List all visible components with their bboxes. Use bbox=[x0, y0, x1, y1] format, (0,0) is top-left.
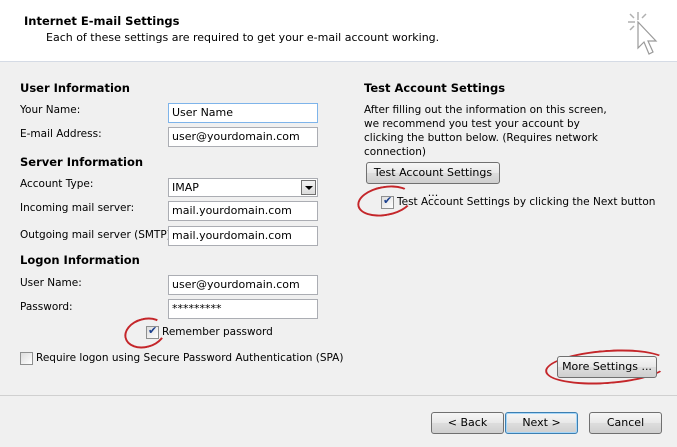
incoming-server-field[interactable]: mail.yourdomain.com bbox=[168, 201, 318, 221]
spa-checkbox[interactable] bbox=[20, 352, 33, 365]
account-type-label: Account Type: bbox=[20, 178, 94, 190]
test-on-next-checkbox[interactable] bbox=[381, 194, 394, 209]
back-button[interactable]: < Back bbox=[431, 412, 504, 434]
more-settings-button[interactable]: More Settings ... bbox=[557, 356, 657, 378]
email-address-field[interactable]: user@yourdomain.com bbox=[168, 127, 318, 147]
server-info-heading: Server Information bbox=[20, 155, 144, 169]
next-button[interactable]: Next > bbox=[505, 412, 578, 434]
remember-password-checkbox[interactable] bbox=[146, 324, 159, 339]
dialog-header: Internet E-mail Settings Each of these s… bbox=[0, 0, 677, 62]
logon-info-heading: Logon Information bbox=[20, 253, 140, 267]
test-settings-heading: Test Account Settings bbox=[364, 81, 506, 95]
account-type-value: IMAP bbox=[172, 181, 199, 194]
cursor-click-icon bbox=[628, 12, 658, 55]
password-field[interactable]: ********* bbox=[168, 299, 318, 319]
chevron-down-icon[interactable] bbox=[301, 180, 316, 195]
username-field[interactable]: user@yourdomain.com bbox=[168, 275, 318, 295]
footer-divider bbox=[0, 395, 677, 396]
your-name-label: Your Name: bbox=[20, 104, 81, 116]
cancel-button[interactable]: Cancel bbox=[589, 412, 662, 434]
your-name-field[interactable]: User Name bbox=[168, 103, 318, 123]
outgoing-server-field[interactable]: mail.yourdomain.com bbox=[168, 226, 318, 246]
dialog-title: Internet E-mail Settings bbox=[24, 14, 180, 28]
user-info-heading: User Information bbox=[20, 81, 130, 95]
remember-password-label: Remember password bbox=[162, 326, 273, 338]
incoming-server-label: Incoming mail server: bbox=[20, 202, 135, 214]
email-address-label: E-mail Address: bbox=[20, 128, 102, 140]
test-on-next-label: Test Account Settings by clicking the Ne… bbox=[397, 196, 656, 208]
account-type-select[interactable]: IMAP bbox=[168, 178, 318, 197]
test-account-settings-button[interactable]: Test Account Settings ... bbox=[366, 162, 500, 199]
username-label: User Name: bbox=[20, 277, 82, 289]
test-settings-description: After filling out the information on thi… bbox=[364, 104, 607, 158]
spa-label: Require logon using Secure Password Auth… bbox=[36, 352, 344, 364]
dialog-subtitle: Each of these settings are required to g… bbox=[46, 31, 440, 44]
password-label: Password: bbox=[20, 301, 73, 313]
outgoing-server-label: Outgoing mail server (SMTP): bbox=[20, 229, 175, 241]
